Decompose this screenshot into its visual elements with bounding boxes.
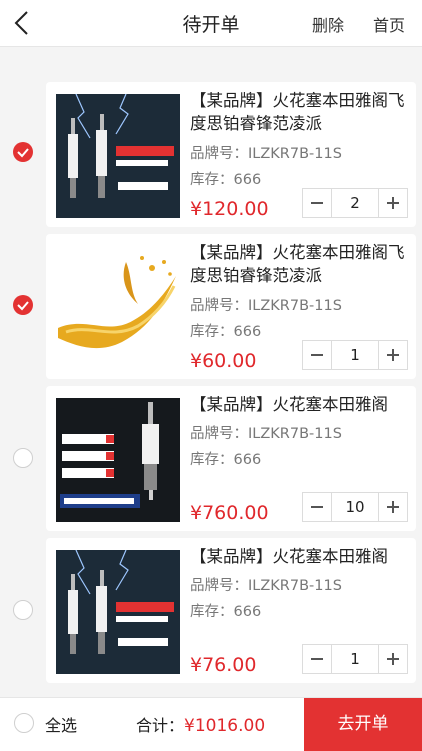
minus-icon bbox=[311, 658, 323, 660]
brand-number: 品牌号：ILZKR7B-11S bbox=[190, 298, 342, 314]
product-price: ¥60.00 bbox=[190, 350, 257, 372]
minus-icon bbox=[311, 202, 323, 204]
brand-number: 品牌号：ILZKR7B-11S bbox=[190, 578, 342, 594]
list-item: 【某品牌】火花塞本田雅阁 品牌号：ILZKR7B-11S 库存：666 ¥760… bbox=[0, 386, 422, 538]
brand-number: 品牌号：ILZKR7B-11S bbox=[190, 146, 342, 162]
product-name: 【某品牌】火花塞本田雅阁飞度思铂睿锋范凌派 bbox=[190, 243, 405, 285]
plus-icon bbox=[387, 349, 399, 361]
item-checkbox[interactable] bbox=[13, 448, 33, 468]
total-label: 合计： bbox=[136, 716, 185, 735]
product-image[interactable] bbox=[56, 398, 180, 522]
order-total: 合计：¥1016.00 bbox=[136, 712, 265, 736]
minus-icon bbox=[311, 506, 323, 508]
item-checkbox[interactable] bbox=[13, 142, 33, 162]
item-checkbox[interactable] bbox=[13, 295, 33, 315]
quantity-input[interactable] bbox=[332, 493, 378, 521]
select-all-label: 全选 bbox=[45, 716, 78, 735]
back-chevron-icon bbox=[14, 11, 28, 35]
product-card[interactable]: 【某品牌】火花塞本田雅阁飞度思铂睿锋范凌派 品牌号：ILZKR7B-11S 库存… bbox=[46, 234, 416, 379]
check-icon bbox=[17, 148, 29, 158]
select-all-checkbox[interactable] bbox=[14, 713, 34, 733]
plus-icon bbox=[387, 653, 399, 665]
decrease-button[interactable] bbox=[303, 645, 332, 673]
product-image[interactable] bbox=[56, 246, 180, 370]
bottom-bar: 全选 合计：¥1016.00 去开单 bbox=[0, 697, 422, 751]
stock: 库存：666 bbox=[190, 604, 262, 620]
page-title: 待开单 bbox=[182, 14, 240, 36]
stock: 库存：666 bbox=[190, 452, 262, 468]
quantity-input[interactable] bbox=[332, 645, 378, 673]
quantity-input[interactable] bbox=[332, 341, 378, 369]
increase-button[interactable] bbox=[378, 645, 407, 673]
product-card[interactable]: 【某品牌】火花塞本田雅阁飞度思铂睿锋范凌派 品牌号：ILZKR7B-11S 库存… bbox=[46, 82, 416, 227]
list-item: 【某品牌】火花塞本田雅阁 品牌号：ILZKR7B-11S 库存：666 ¥76.… bbox=[0, 538, 422, 690]
increase-button[interactable] bbox=[378, 493, 407, 521]
plus-icon bbox=[387, 501, 399, 513]
item-checkbox[interactable] bbox=[13, 600, 33, 620]
product-image[interactable] bbox=[56, 94, 180, 218]
delete-button[interactable]: 删除 bbox=[312, 12, 344, 36]
decrease-button[interactable] bbox=[303, 341, 332, 369]
product-name: 【某品牌】火花塞本田雅阁飞度思铂睿锋范凌派 bbox=[190, 91, 405, 133]
plus-icon bbox=[387, 197, 399, 209]
back-button[interactable] bbox=[8, 8, 38, 38]
total-value: ¥1016.00 bbox=[184, 716, 266, 736]
top-nav-bar: 待开单 删除 首页 bbox=[0, 0, 422, 47]
stock: 库存：666 bbox=[190, 324, 262, 340]
product-card[interactable]: 【某品牌】火花塞本田雅阁 品牌号：ILZKR7B-11S 库存：666 ¥760… bbox=[46, 386, 416, 531]
quantity-stepper bbox=[302, 492, 408, 522]
create-order-button[interactable]: 去开单 bbox=[304, 698, 422, 751]
quantity-stepper bbox=[302, 188, 408, 218]
product-list: 【某品牌】火花塞本田雅阁飞度思铂睿锋范凌派 品牌号：ILZKR7B-11S 库存… bbox=[0, 82, 422, 690]
brand-number: 品牌号：ILZKR7B-11S bbox=[190, 426, 342, 442]
minus-icon bbox=[311, 354, 323, 356]
product-image[interactable] bbox=[56, 550, 180, 674]
product-price: ¥76.00 bbox=[190, 654, 257, 676]
product-name: 【某品牌】火花塞本田雅阁 bbox=[190, 547, 388, 566]
increase-button[interactable] bbox=[378, 341, 407, 369]
decrease-button[interactable] bbox=[303, 189, 332, 217]
product-card[interactable]: 【某品牌】火花塞本田雅阁 品牌号：ILZKR7B-11S 库存：666 ¥76.… bbox=[46, 538, 416, 683]
home-button[interactable]: 首页 bbox=[373, 12, 405, 36]
product-price: ¥120.00 bbox=[190, 198, 269, 220]
stock: 库存：666 bbox=[190, 172, 262, 188]
quantity-input[interactable] bbox=[332, 189, 378, 217]
check-icon bbox=[17, 301, 29, 311]
quantity-stepper bbox=[302, 644, 408, 674]
decrease-button[interactable] bbox=[303, 493, 332, 521]
product-name: 【某品牌】火花塞本田雅阁 bbox=[190, 395, 388, 414]
increase-button[interactable] bbox=[378, 189, 407, 217]
product-price: ¥760.00 bbox=[190, 502, 269, 524]
list-item: 【某品牌】火花塞本田雅阁飞度思铂睿锋范凌派 品牌号：ILZKR7B-11S 库存… bbox=[0, 234, 422, 386]
quantity-stepper bbox=[302, 340, 408, 370]
list-item: 【某品牌】火花塞本田雅阁飞度思铂睿锋范凌派 品牌号：ILZKR7B-11S 库存… bbox=[0, 82, 422, 234]
